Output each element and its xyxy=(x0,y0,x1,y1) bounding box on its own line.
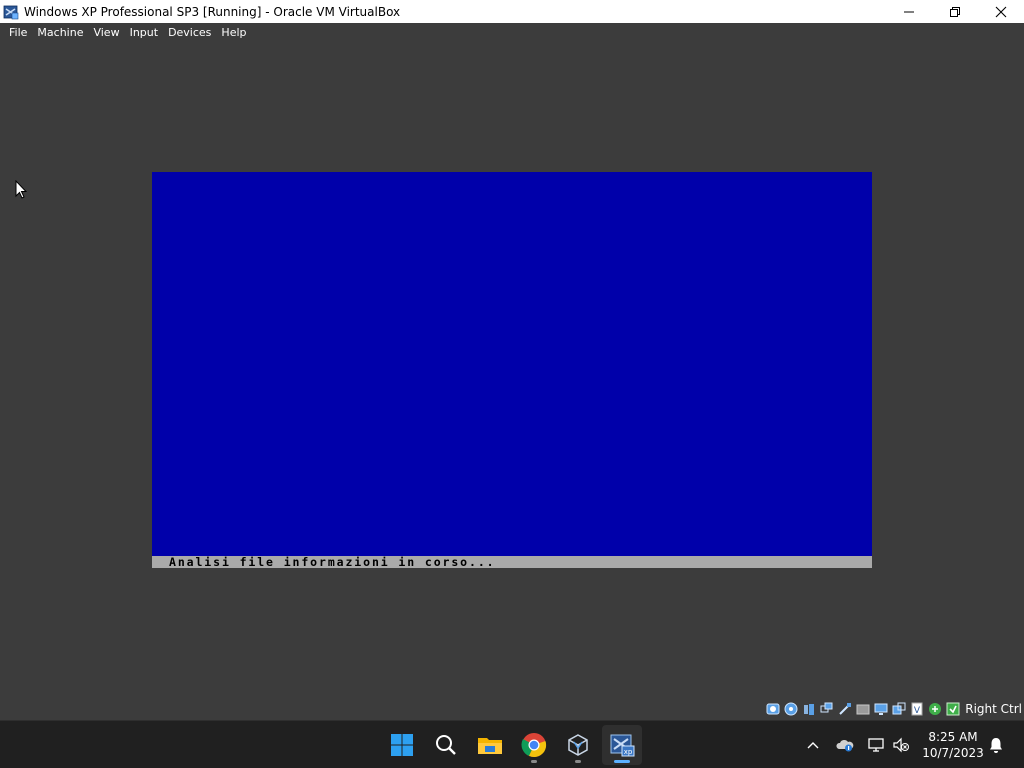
maximize-icon xyxy=(950,6,960,17)
shared-folders-icon[interactable] xyxy=(855,701,871,717)
notifications-button[interactable] xyxy=(986,721,1006,768)
volume-button[interactable] xyxy=(890,721,912,768)
minimize-icon xyxy=(904,11,914,12)
search-button[interactable] xyxy=(426,725,466,765)
window-controls xyxy=(886,0,1024,23)
running-indicator xyxy=(575,760,581,763)
taskbar: xp 8:25 AM 10/7/2023 xyxy=(0,720,1024,768)
virtualbox-icon xyxy=(568,734,588,756)
virtualbox-xp-vm-icon: xp xyxy=(610,734,635,757)
menu-bar: File Machine View Input Devices Help xyxy=(0,23,1024,42)
chevron-up-icon xyxy=(807,742,819,749)
mouse-cursor-icon xyxy=(15,180,27,199)
show-hidden-icons-button[interactable] xyxy=(802,721,824,768)
window-title: Windows XP Professional SP3 [Running] - … xyxy=(24,4,401,19)
search-icon xyxy=(436,735,456,755)
virtualbox-xp-vm-button[interactable]: xp xyxy=(602,725,642,765)
onedrive-icon xyxy=(836,739,854,752)
video-capture-icon[interactable] xyxy=(891,701,907,717)
display-icon[interactable] xyxy=(873,701,889,717)
maximize-button[interactable] xyxy=(932,0,978,23)
network-icon xyxy=(868,738,884,752)
virtualbox-button[interactable] xyxy=(558,725,598,765)
optical-drive-icon[interactable] xyxy=(783,701,799,717)
clock-time: 8:25 AM xyxy=(928,730,978,744)
file-explorer-icon xyxy=(478,738,502,754)
file-explorer-button[interactable] xyxy=(470,725,510,765)
svg-text:xp: xp xyxy=(624,748,633,756)
clock-date: 10/7/2023 xyxy=(922,746,984,760)
volume-muted-icon xyxy=(893,737,909,753)
menu-input[interactable]: Input xyxy=(125,23,163,42)
mouse-integration-icon[interactable] xyxy=(927,701,943,717)
menu-devices[interactable]: Devices xyxy=(163,23,216,42)
network-status-button[interactable] xyxy=(866,721,888,768)
close-icon xyxy=(995,6,1007,17)
vm-setup-status-text: Analisi file informazioni in corso... xyxy=(169,555,496,569)
start-button[interactable] xyxy=(382,725,422,765)
audio-icon[interactable] xyxy=(801,701,817,717)
network-icon[interactable] xyxy=(819,701,835,717)
menu-view[interactable]: View xyxy=(88,23,124,42)
bell-icon xyxy=(990,738,1002,753)
virtualization-icon[interactable]: V xyxy=(909,701,925,717)
host-key-label: Right Ctrl xyxy=(965,702,1022,716)
running-indicator xyxy=(531,760,537,763)
usb-icon[interactable] xyxy=(837,701,853,717)
window-titlebar[interactable]: Windows XP Professional SP3 [Running] - … xyxy=(0,0,1024,23)
chrome-icon xyxy=(521,733,547,758)
onedrive-button[interactable] xyxy=(834,721,856,768)
clock[interactable]: 8:25 AM 10/7/2023 xyxy=(918,729,988,761)
virtualbox-xp-icon xyxy=(3,5,19,19)
start-icon xyxy=(391,734,413,756)
menu-file[interactable]: File xyxy=(4,23,32,42)
chrome-button[interactable] xyxy=(514,725,554,765)
running-indicator xyxy=(614,760,630,763)
svg-text:V: V xyxy=(914,706,921,716)
vm-setup-status-bar: Analisi file informazioni in corso... xyxy=(152,555,872,569)
minimize-button[interactable] xyxy=(886,0,932,23)
menu-help[interactable]: Help xyxy=(216,23,251,42)
keyboard-icon[interactable] xyxy=(945,701,961,717)
vm-display[interactable]: Analisi file informazioni in corso... xyxy=(152,172,872,569)
hard-disk-icon[interactable] xyxy=(765,701,781,717)
vm-statusbar: V Right Ctrl xyxy=(765,699,1024,719)
menu-machine[interactable]: Machine xyxy=(32,23,88,42)
close-button[interactable] xyxy=(978,0,1024,23)
